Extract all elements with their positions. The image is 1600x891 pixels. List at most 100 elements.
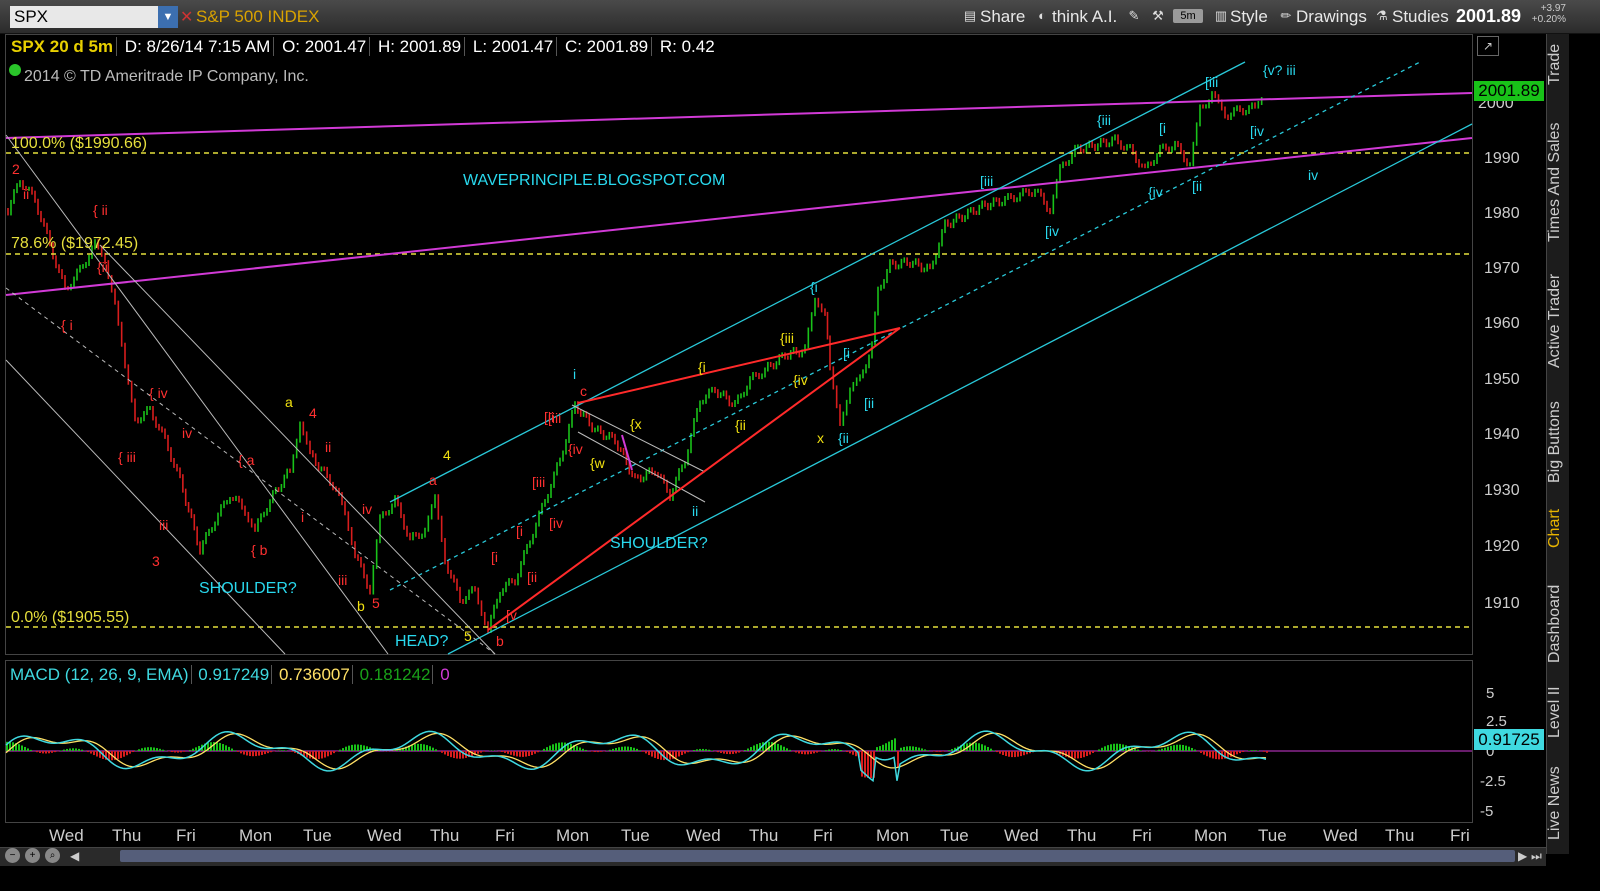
wave-label: [iii: [980, 173, 993, 189]
wave-label: ii: [23, 186, 29, 202]
macd-histogram-bar: [90, 751, 92, 754]
macd-histogram-bar: [1236, 751, 1238, 755]
wave-label: {ii: [735, 417, 746, 433]
macd-histogram-bar: [678, 751, 680, 757]
macd-histogram-bar: [1101, 747, 1103, 751]
macd-histogram-bar: [1257, 750, 1259, 751]
wave-label: iv: [362, 501, 372, 517]
macd-histogram-bar: [1080, 751, 1082, 758]
macd-histogram-bar: [1200, 751, 1202, 753]
macd-histogram-bar: [1191, 747, 1193, 751]
macd-histogram-bar: [24, 746, 26, 751]
wave-label: [ii: [1192, 178, 1202, 194]
wave-label: { iv: [149, 385, 168, 401]
macd-histogram-bar: [1116, 743, 1118, 751]
tab-times-and-sales[interactable]: Times And Sales: [1546, 112, 1568, 252]
macd-histogram-bar: [633, 747, 635, 751]
macd-histogram-bar: [501, 751, 503, 752]
macd-histogram-bar: [840, 749, 842, 751]
macd-histogram-bar: [177, 751, 179, 753]
symbol-period[interactable]: SPX 20 d 5m: [8, 37, 118, 56]
bar-high: H: 2001.89: [374, 37, 466, 56]
scroll-right-icon[interactable]: ▶: [1518, 849, 1527, 863]
zoom-out-icon[interactable]: −: [5, 848, 20, 863]
macd-histogram-bar: [357, 744, 359, 751]
bar-open: O: 2001.47: [279, 37, 371, 56]
macd-histogram-bar: [708, 749, 710, 751]
macd-histogram-bar: [252, 751, 254, 757]
macd-histogram-bar: [555, 743, 557, 751]
macd-histogram-bar: [1137, 749, 1139, 751]
macd-value: 0.917249: [196, 665, 273, 684]
macd-histogram-bar: [432, 747, 434, 751]
macd-histogram-bar: [927, 750, 929, 751]
macd-histogram-bar: [723, 751, 725, 754]
macd-histogram-bar: [774, 742, 776, 751]
time-axis-label: Mon: [239, 826, 273, 845]
wave-label: { b: [251, 542, 268, 558]
macd-histogram-bar: [627, 746, 629, 751]
macd-histogram-bar: [828, 749, 830, 751]
macd-histogram-bar: [738, 751, 740, 753]
macd-histogram-bar: [417, 743, 419, 751]
macd-label[interactable]: MACD (12, 26, 9, EMA): [8, 665, 192, 684]
scroll-thumb[interactable]: [120, 850, 1515, 862]
macd-histogram-bar: [27, 748, 29, 751]
time-axis-label: Fri: [1132, 826, 1152, 845]
scroll-left-icon[interactable]: ◀: [70, 849, 79, 863]
macd-histogram-bar: [504, 751, 506, 753]
chart-canvas[interactable]: 100.0% ($1990.66) 78.6% ($1972.45) 0.0% …: [0, 0, 1546, 845]
macd-histogram-bar: [249, 751, 251, 757]
wave-label: [iv: [1045, 223, 1059, 239]
tab-level-ii[interactable]: Level II: [1546, 676, 1568, 748]
macd-histogram-bar: [222, 744, 224, 751]
down-channel-upper: [5, 134, 389, 655]
macd-histogram-bar: [1083, 751, 1085, 758]
magnifier-icon[interactable]: ⌕: [45, 848, 60, 863]
tab-big-buttons[interactable]: Big Buttons: [1546, 392, 1568, 492]
macd-histogram-bar: [18, 744, 20, 751]
macd-histogram-bar: [450, 751, 452, 758]
status-dot-icon[interactable]: [9, 64, 21, 76]
macd-histogram-bar: [900, 747, 902, 751]
macd-histogram-bar: [903, 746, 905, 751]
macd-histogram-bar: [909, 746, 911, 751]
macd-axis-label: -5: [1480, 803, 1494, 820]
macd-histogram-bar: [507, 751, 509, 754]
macd-histogram-bar: [159, 748, 161, 751]
macd-histogram-bar: [429, 746, 431, 751]
tab-active-trader[interactable]: Active Trader: [1546, 262, 1568, 380]
macd-histogram-bar: [534, 751, 536, 754]
macd-histogram-bar: [444, 751, 446, 755]
price-axis-label: 1940: [1484, 426, 1520, 443]
wave-label: 3: [152, 553, 160, 569]
macd-histogram-bar: [771, 742, 773, 751]
tab-chart[interactable]: Chart: [1546, 502, 1568, 554]
zoom-in-icon[interactable]: +: [25, 848, 40, 863]
price-axis-label: 1930: [1484, 482, 1520, 499]
macd-histogram-bar: [888, 741, 890, 751]
macd-histogram-bar: [228, 746, 230, 751]
macd-histogram-bar: [141, 748, 143, 751]
macd-histogram: [6, 738, 1268, 779]
wave-label: iii: [338, 572, 347, 588]
macd-histogram-bar: [348, 745, 350, 751]
macd-histogram-bar: [1176, 744, 1178, 751]
macd-histogram-bar: [654, 751, 656, 758]
macd-histogram-bar: [777, 743, 779, 751]
chart-settings-icon[interactable]: ↗: [1477, 36, 1499, 56]
scroll-end-icon[interactable]: ⏭: [1531, 849, 1542, 864]
tab-dashboard[interactable]: Dashboard: [1546, 576, 1568, 672]
macd-histogram-bar: [1233, 751, 1235, 756]
wave-label: { a: [238, 452, 255, 468]
macd-histogram-bar: [975, 742, 977, 751]
tab-trade[interactable]: Trade: [1546, 36, 1568, 92]
macd-histogram-bar: [261, 751, 263, 755]
macd-histogram-bar: [60, 750, 62, 751]
macd-histogram-bar: [798, 751, 800, 754]
macd-histogram-bar: [180, 751, 182, 753]
tab-live-news[interactable]: Live News: [1546, 760, 1568, 846]
macd-histogram-bar: [990, 748, 992, 751]
macd-histogram-bar: [132, 751, 134, 753]
macd-histogram-bar: [1215, 751, 1217, 760]
